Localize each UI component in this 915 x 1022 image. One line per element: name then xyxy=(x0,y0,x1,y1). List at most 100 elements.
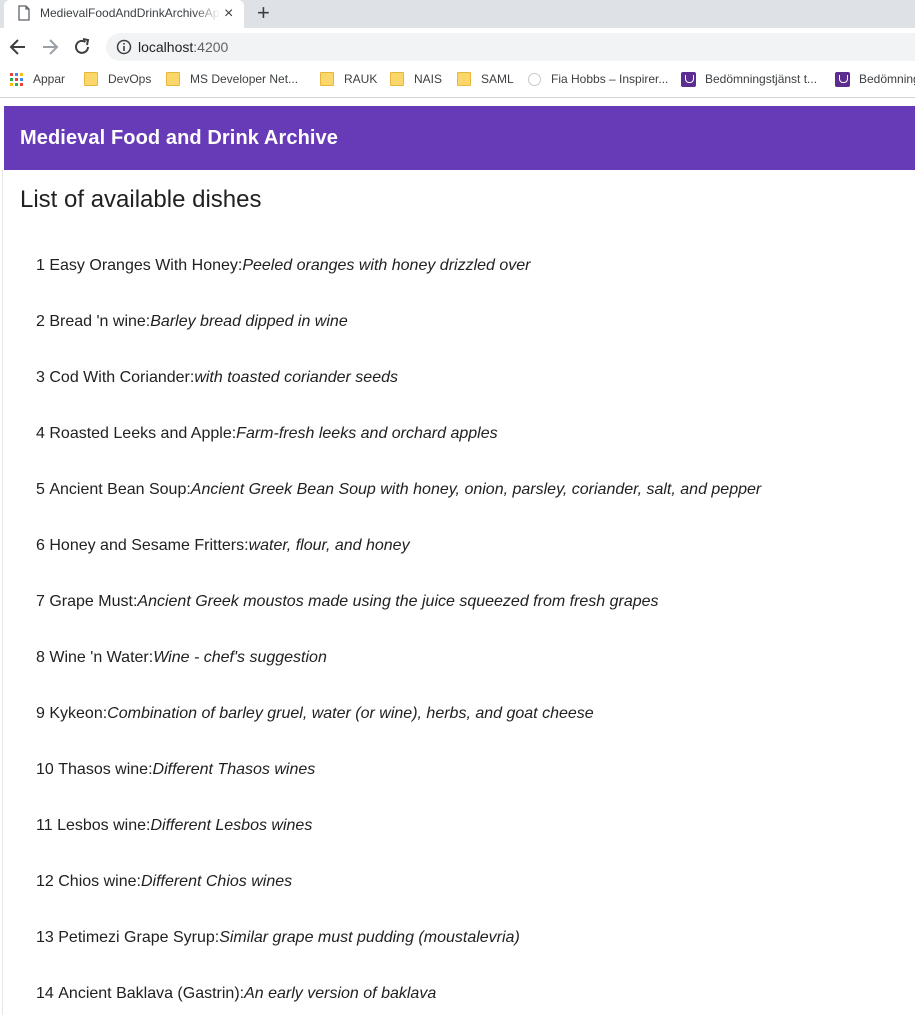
back-icon[interactable] xyxy=(8,36,28,58)
app-title: Medieval Food and Drink Archive xyxy=(20,126,338,149)
dish-name: Chios wine: xyxy=(58,873,141,890)
dish-description: An early version of baklava xyxy=(244,985,437,1002)
dish-id: 9 xyxy=(36,705,45,722)
url-port: :4200 xyxy=(193,39,229,55)
dish-description: Ancient Greek Bean Soup with honey, onio… xyxy=(190,481,762,498)
url-text[interactable]: localhost:4200 xyxy=(138,39,228,55)
dish-description: water, flour, and honey xyxy=(248,537,410,554)
dish-name: Roasted Leeks and Apple: xyxy=(49,425,237,442)
bookmarks-bar: Appar DevOps MS Developer Net... RAUK NA… xyxy=(0,66,915,92)
bookmark-label: Fia Hobbs – Inspirer... xyxy=(551,72,669,86)
dish-id: 5 xyxy=(36,481,45,498)
dish-item: 9 Kykeon: Combination of barley gruel, wa… xyxy=(36,686,761,742)
dish-item: 8 Wine 'n Water: Wine - chef's suggestion xyxy=(36,630,761,686)
bookmark-saml[interactable]: SAML xyxy=(457,66,514,92)
dish-id: 14 xyxy=(36,985,54,1002)
bookmark-label: Appar xyxy=(33,72,66,86)
folder-icon xyxy=(390,72,404,86)
dish-name: Easy Oranges With Honey: xyxy=(49,257,243,274)
bookmark-bedomningstjanst[interactable]: Bedömningstjänst t... xyxy=(681,66,817,92)
dish-id: 8 xyxy=(36,649,45,666)
dish-id: 13 xyxy=(36,929,54,946)
bookmark-devops[interactable]: DevOps xyxy=(84,66,151,92)
dish-description: with toasted coriander seeds xyxy=(194,369,398,386)
dish-item: 6 Honey and Sesame Fritters: water, flour… xyxy=(36,518,761,574)
folder-icon xyxy=(457,72,471,86)
dish-name: Lesbos wine: xyxy=(57,817,151,834)
dish-item: 5 Ancient Bean Soup: Ancient Greek Bean S… xyxy=(36,462,761,518)
bookmark-label: MS Developer Net... xyxy=(190,72,299,86)
dish-item: 1 Easy Oranges With Honey: Peeled oranges… xyxy=(36,238,761,294)
dish-item: 13 Petimezi Grape Syrup: Similar grape mu… xyxy=(36,910,761,966)
dish-description: Peeled oranges with honey drizzled over xyxy=(242,257,531,274)
dish-description: Combination of barley gruel, water (or w… xyxy=(107,705,594,722)
dish-item: 7 Grape Must: Ancient Greek moustos made … xyxy=(36,574,761,630)
dish-description: Wine - chef's suggestion xyxy=(153,649,327,666)
shield-icon xyxy=(681,71,696,87)
dish-name: Petimezi Grape Syrup: xyxy=(58,929,220,946)
dish-item: 2 Bread 'n wine: Barley bread dipped in w… xyxy=(36,294,761,350)
tab-title-fade xyxy=(194,2,220,24)
tab-title: MedievalFoodAndDrinkArchiveApp xyxy=(40,6,220,20)
info-icon[interactable] xyxy=(116,39,132,55)
globe-icon xyxy=(528,72,541,86)
dish-item: 4 Roasted Leeks and Apple: Farm-fresh lee… xyxy=(36,406,761,462)
folder-icon xyxy=(84,72,98,86)
url-host: localhost xyxy=(138,39,194,55)
forward-icon[interactable] xyxy=(40,36,60,58)
browser-tabstrip: MedievalFoodAndDrinkArchiveApp × + xyxy=(0,0,915,28)
dish-id: 10 xyxy=(36,761,54,778)
bookmark-ms-developer-net[interactable]: MS Developer Net... xyxy=(166,66,298,92)
dish-name: Grape Must: xyxy=(49,593,138,610)
dish-id: 4 xyxy=(36,425,45,442)
dish-list: 1 Easy Oranges With Honey: Peeled oranges… xyxy=(36,238,761,1022)
chrome-divider xyxy=(0,97,915,98)
folder-icon xyxy=(166,72,180,86)
bookmark-label: NAIS xyxy=(414,72,443,86)
dish-id: 3 xyxy=(36,369,45,386)
page-icon xyxy=(18,5,30,21)
dish-item: 11 Lesbos wine: Different Lesbos wines xyxy=(36,798,761,854)
page-edge xyxy=(2,170,3,1015)
bookmark-apps[interactable]: Appar xyxy=(10,66,65,92)
dish-id: 12 xyxy=(36,873,54,890)
dish-description: Similar grape must pudding (moustalevria… xyxy=(219,929,520,946)
dish-id: 11 xyxy=(36,817,53,834)
dish-name: Wine 'n Water: xyxy=(49,649,154,666)
dish-item: 10 Thasos wine: Different Thasos wines xyxy=(36,742,761,798)
reload-icon[interactable] xyxy=(72,36,92,58)
bookmark-label: DevOps xyxy=(108,72,152,86)
dish-item: 3 Cod With Coriander: with toasted corian… xyxy=(36,350,761,406)
dish-description: Ancient Greek moustos made using the jui… xyxy=(137,593,659,610)
bookmark-label: Bedömning xyxy=(859,72,915,86)
shield-icon xyxy=(835,71,850,87)
apps-icon xyxy=(10,72,23,86)
dish-description: Barley bread dipped in wine xyxy=(150,313,348,330)
dish-name: Ancient Bean Soup: xyxy=(49,481,191,498)
address-bar[interactable]: localhost:4200 xyxy=(106,33,915,61)
dish-item: 14 Ancient Baklava (Gastrin): An early ve… xyxy=(36,966,761,1022)
bookmark-label: SAML xyxy=(481,72,514,86)
dish-name: Cod With Coriander: xyxy=(49,369,195,386)
dish-name: Thasos wine: xyxy=(58,761,153,778)
dish-description: Different Thasos wines xyxy=(152,761,316,778)
close-tab-icon[interactable]: × xyxy=(224,4,233,24)
dish-name: Ancient Baklava (Gastrin): xyxy=(58,985,245,1002)
dish-id: 6 xyxy=(36,537,45,554)
browser-tab[interactable]: MedievalFoodAndDrinkArchiveApp × xyxy=(4,0,244,28)
dish-description: Different Lesbos wines xyxy=(150,817,313,834)
dish-id: 2 xyxy=(36,313,45,330)
dish-description: Different Chios wines xyxy=(140,873,293,890)
dish-name: Honey and Sesame Fritters: xyxy=(49,537,249,554)
bookmark-nais[interactable]: NAIS xyxy=(390,66,442,92)
dish-id: 1 xyxy=(36,257,45,274)
bookmark-label: Bedömningstjänst t... xyxy=(705,72,818,86)
bookmark-bedomning[interactable]: Bedömning xyxy=(835,66,915,92)
bookmark-fia-hobbs[interactable]: Fia Hobbs – Inspirer... xyxy=(528,66,668,92)
bookmark-label: RAUK xyxy=(344,72,378,86)
new-tab-icon[interactable]: + xyxy=(257,0,270,26)
page-heading: List of available dishes xyxy=(20,186,262,213)
bookmark-rauk[interactable]: RAUK xyxy=(320,66,377,92)
dish-item: 12 Chios wine: Different Chios wines xyxy=(36,854,761,910)
folder-icon xyxy=(320,72,334,86)
